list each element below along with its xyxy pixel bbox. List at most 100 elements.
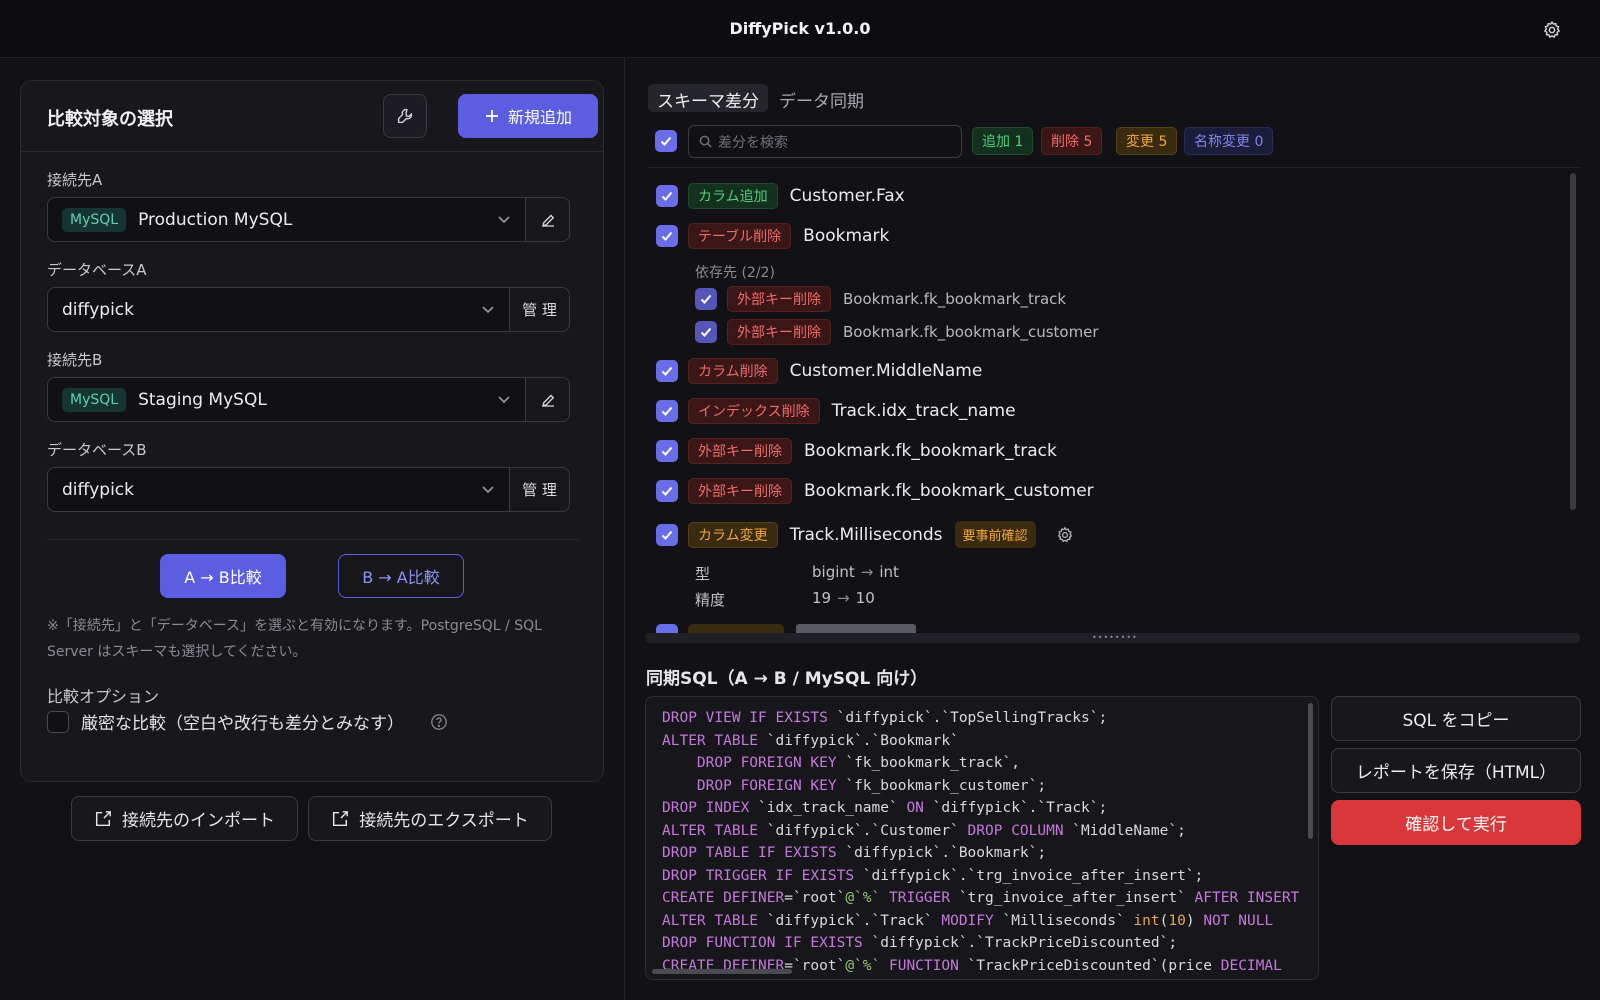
add-new-label: 新規追加 bbox=[507, 108, 572, 127]
item-name: Track.Milliseconds bbox=[789, 524, 943, 545]
item-name: Bookmark.fk_bookmark_track bbox=[804, 441, 1057, 461]
compare-b-to-a-button[interactable]: B → A比較 bbox=[338, 554, 464, 598]
detail-precision-key: 精度 bbox=[695, 591, 726, 609]
compare-target-card: 比較対象の選択 新規追加 接続先A MySQL Production MySQL… bbox=[20, 80, 604, 782]
gear-icon[interactable] bbox=[1056, 526, 1074, 544]
select-all-checkbox[interactable] bbox=[655, 130, 677, 152]
precision-from: 19 bbox=[812, 589, 832, 607]
item-name: Customer.MiddleName bbox=[789, 361, 983, 381]
item-checkbox[interactable] bbox=[695, 321, 717, 343]
check-icon bbox=[660, 229, 674, 243]
item-checkbox[interactable] bbox=[656, 185, 678, 207]
splitter-grip-icon[interactable]: •••••••• bbox=[1092, 634, 1137, 642]
list-item[interactable]: 外部キー削除 Bookmark.fk_bookmark_track bbox=[695, 286, 1066, 312]
list-divider bbox=[648, 167, 1580, 168]
sql-preview[interactable]: DROP VIEW IF EXISTS `diffypick`.`TopSell… bbox=[645, 696, 1319, 980]
diff-list-scrollbar[interactable] bbox=[1570, 173, 1576, 510]
item-checkbox[interactable] bbox=[656, 400, 678, 422]
conn-a-select[interactable]: MySQL Production MySQL bbox=[47, 197, 526, 242]
item-tag: 外部キー削除 bbox=[727, 286, 831, 312]
import-connections-button[interactable]: 接続先のインポート bbox=[71, 796, 298, 841]
plus-icon bbox=[484, 108, 500, 124]
strict-compare-checkbox[interactable] bbox=[47, 710, 69, 733]
detail-precision-value: 19 → 10 bbox=[812, 589, 875, 607]
strict-compare-option[interactable]: 厳密な比較（空白や改行も差分とみなす） bbox=[47, 709, 448, 734]
manage-db-b-button[interactable]: 管 理 bbox=[510, 467, 570, 512]
app-title: DiffyPick v1.0.0 bbox=[729, 19, 871, 38]
warning-badge: 要事前確認 bbox=[954, 521, 1036, 548]
sql-vertical-scrollbar[interactable] bbox=[1308, 703, 1313, 839]
list-item[interactable]: テーブル削除 Bookmark bbox=[656, 223, 889, 249]
check-icon bbox=[660, 189, 674, 203]
list-item[interactable]: 外部キー削除 Bookmark.fk_bookmark_customer bbox=[656, 478, 1094, 504]
export-connections-button[interactable]: 接続先のエクスポート bbox=[308, 796, 552, 841]
list-item[interactable]: 外部キー削除 Bookmark.fk_bookmark_track bbox=[656, 438, 1057, 464]
precision-to: 10 bbox=[855, 589, 875, 607]
list-item[interactable]: カラム追加 Customer.Fax bbox=[656, 183, 905, 209]
tab-schema-diff[interactable]: スキーマ差分 bbox=[648, 84, 768, 112]
item-name: Customer.Fax bbox=[789, 186, 905, 206]
item-checkbox[interactable] bbox=[656, 480, 678, 502]
edit-conn-a-button[interactable] bbox=[526, 197, 570, 242]
execute-button[interactable]: 確認して実行 bbox=[1331, 800, 1581, 845]
conn-a-label: 接続先A bbox=[47, 171, 103, 189]
db-a-select[interactable]: diffypick bbox=[47, 287, 510, 332]
tab-data-sync[interactable]: データ同期 bbox=[770, 84, 873, 112]
db-b-label: データベースB bbox=[47, 441, 147, 459]
arrow-right-icon: → bbox=[860, 563, 874, 581]
item-tag: 外部キー削除 bbox=[688, 438, 792, 464]
list-item[interactable]: カラム削除 Customer.MiddleName bbox=[656, 358, 982, 384]
pencil-icon bbox=[539, 391, 557, 409]
item-tag: 外部キー削除 bbox=[688, 478, 792, 504]
item-checkbox[interactable] bbox=[695, 288, 717, 310]
item-tag: カラム変更 bbox=[688, 521, 778, 548]
db-b-select[interactable]: diffypick bbox=[47, 467, 510, 512]
check-icon bbox=[660, 528, 674, 542]
save-report-button[interactable]: レポートを保存（HTML） bbox=[1331, 748, 1581, 793]
item-tag: インデックス削除 bbox=[688, 398, 820, 424]
item-name: Bookmark bbox=[803, 226, 890, 246]
search-placeholder: 差分を検索 bbox=[718, 134, 788, 151]
item-checkbox[interactable] bbox=[656, 360, 678, 382]
item-tag: カラム削除 bbox=[688, 358, 778, 384]
diff-search-input[interactable]: 差分を検索 bbox=[688, 125, 962, 158]
list-item[interactable]: インデックス削除 Track.idx_track_name bbox=[656, 398, 1016, 424]
settings-gear-icon[interactable] bbox=[1540, 18, 1564, 42]
check-icon bbox=[660, 404, 674, 418]
add-new-button[interactable]: 新規追加 bbox=[458, 94, 598, 138]
count-change-badge[interactable]: 変更 5 bbox=[1116, 127, 1178, 155]
strict-compare-label: 厳密な比較（空白や改行も差分とみなす） bbox=[81, 714, 404, 734]
count-add-badge[interactable]: 追加 1 bbox=[972, 127, 1034, 155]
section-divider bbox=[47, 539, 578, 540]
conn-a-type-badge: MySQL bbox=[62, 207, 127, 232]
sql-code: DROP VIEW IF EXISTS `diffypick`.`TopSell… bbox=[662, 710, 1300, 974]
db-b-value: diffypick bbox=[62, 479, 134, 500]
db-a-value: diffypick bbox=[62, 299, 134, 320]
help-icon[interactable] bbox=[430, 713, 448, 731]
manage-db-a-button[interactable]: 管 理 bbox=[510, 287, 570, 332]
wrench-icon bbox=[396, 107, 414, 125]
sql-horizontal-scrollbar[interactable] bbox=[652, 969, 792, 974]
count-rename-badge[interactable]: 名称変更 0 bbox=[1184, 127, 1274, 155]
item-tag: テーブル削除 bbox=[688, 223, 792, 249]
chevron-down-icon bbox=[497, 211, 511, 231]
conn-b-select[interactable]: MySQL Staging MySQL bbox=[47, 377, 526, 422]
item-checkbox[interactable] bbox=[656, 440, 678, 462]
list-item[interactable]: カラム変更 Track.Milliseconds 要事前確認 bbox=[656, 521, 1074, 548]
chevron-down-icon bbox=[481, 301, 495, 321]
type-from: bigint bbox=[812, 563, 855, 581]
compare-a-to-b-button[interactable]: A → B比較 bbox=[160, 554, 286, 598]
copy-sql-button[interactable]: SQL をコピー bbox=[1331, 696, 1581, 741]
item-checkbox[interactable] bbox=[656, 523, 678, 546]
edit-conn-b-button[interactable] bbox=[526, 377, 570, 422]
item-checkbox[interactable] bbox=[656, 225, 678, 247]
tools-button[interactable] bbox=[383, 94, 427, 138]
export-icon bbox=[331, 810, 349, 828]
check-icon bbox=[699, 325, 713, 339]
check-icon bbox=[660, 484, 674, 498]
chevron-down-icon bbox=[497, 391, 511, 411]
item-name: Track.idx_track_name bbox=[831, 401, 1016, 421]
count-delete-badge[interactable]: 削除 5 bbox=[1041, 127, 1103, 155]
conn-b-label: 接続先B bbox=[47, 351, 103, 369]
list-item[interactable]: 外部キー削除 Bookmark.fk_bookmark_customer bbox=[695, 319, 1099, 345]
